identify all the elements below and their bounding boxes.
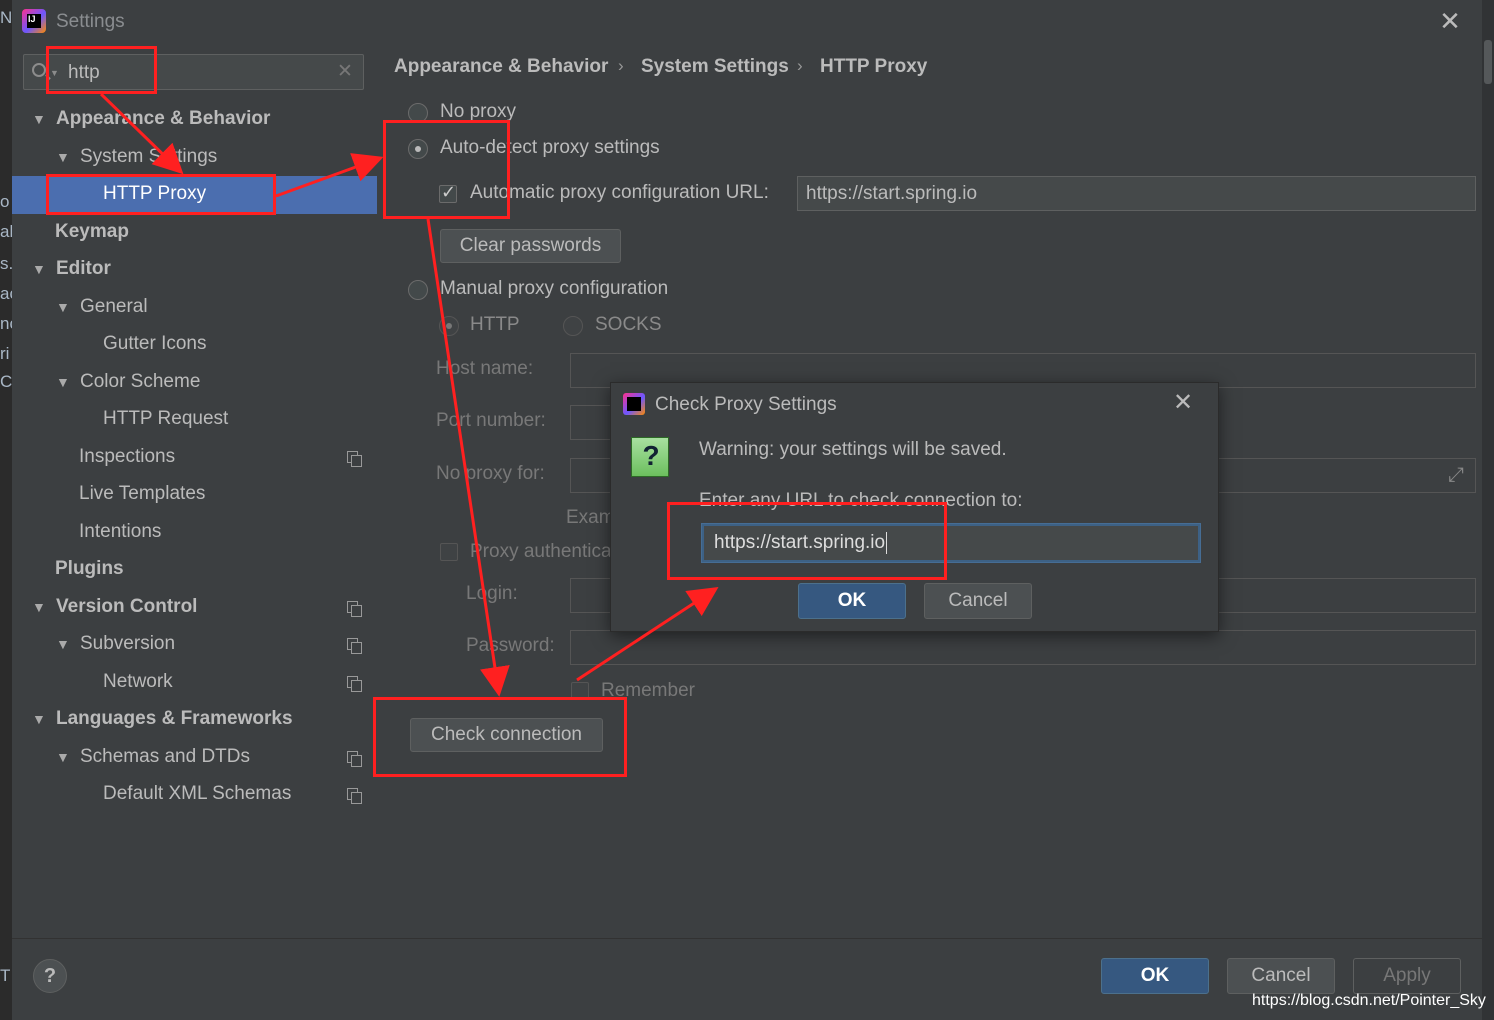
expand-arrow-icon[interactable]: ▼	[56, 139, 80, 175]
ide-fragment: al	[0, 222, 12, 241]
annotation-box-http-proxy	[46, 174, 276, 215]
tree-item-intentions[interactable]: Intentions	[79, 514, 161, 550]
breadcrumb-http-proxy: HTTP Proxy	[820, 56, 928, 77]
host-name-label: Host name:	[436, 358, 534, 379]
ide-fragment: ri	[0, 344, 10, 363]
proxy-authentication-checkbox[interactable]	[440, 543, 458, 561]
expand-arrow-icon[interactable]: ▼	[56, 626, 80, 662]
cancel-button[interactable]: Cancel	[1227, 958, 1335, 994]
expand-arrow-icon[interactable]: ▼	[32, 101, 56, 137]
password-input[interactable]	[570, 630, 1476, 665]
tree-item-network[interactable]: Network	[103, 664, 173, 700]
ide-fragment: T	[0, 966, 11, 985]
annotation-box-auto-detect	[383, 120, 510, 219]
dialog-footer: ? OK Cancel Apply https://blog.csdn.net/…	[12, 938, 1486, 1020]
socks-radio[interactable]	[563, 316, 583, 336]
background-ide-scrollbar	[1482, 0, 1494, 1020]
question-icon: ?	[631, 437, 669, 477]
dialog-cancel-button[interactable]: Cancel	[924, 583, 1032, 619]
ide-fragment: nc	[0, 314, 12, 333]
breadcrumb-system-settings[interactable]: System Settings	[641, 56, 789, 78]
ide-fragment: s.	[0, 254, 12, 273]
auto-config-url-label: Automatic proxy configuration URL:	[470, 182, 769, 203]
breadcrumb-appearance[interactable]: Appearance & Behavior	[394, 56, 608, 78]
watermark: https://blog.csdn.net/Pointer_Sky	[1252, 992, 1486, 1009]
annotation-box-url-field	[667, 502, 947, 580]
socks-label: SOCKS	[595, 314, 662, 335]
expand-arrow-icon[interactable]: ▼	[56, 739, 80, 775]
auto-config-url-input[interactable]: https://start.spring.io	[797, 176, 1476, 211]
project-level-icon	[347, 676, 362, 692]
tree-item-subversion[interactable]: ▼ Subversion	[56, 626, 175, 662]
dialog-warning: Warning: your settings will be saved.	[699, 439, 1007, 460]
clear-icon[interactable]: ✕	[337, 60, 353, 83]
proxy-authentication-label: Proxy authenticat	[470, 541, 617, 562]
expand-arrow-icon[interactable]: ▼	[56, 289, 80, 325]
project-level-icon	[347, 601, 362, 617]
help-icon[interactable]: ?	[33, 959, 67, 993]
search-icon	[32, 63, 46, 77]
tree-item-default-xml-schemas[interactable]: Default XML Schemas	[103, 776, 291, 812]
intellij-app-icon: IJ	[22, 9, 46, 33]
apply-button[interactable]: Apply	[1353, 958, 1461, 994]
annotation-box-search	[46, 46, 157, 94]
tree-item-inspections[interactable]: Inspections	[79, 439, 175, 475]
manual-proxy-radio[interactable]	[408, 280, 428, 300]
tree-item-gutter-icons[interactable]: Gutter Icons	[103, 326, 207, 362]
background-ide-edge: N o al s. ac nc ri C T	[0, 0, 12, 1020]
clear-passwords-button[interactable]: Clear passwords	[440, 229, 621, 263]
ide-fragment: o	[0, 192, 10, 211]
tree-item-version-control[interactable]: ▼ Version Control	[32, 589, 197, 625]
dialog-title: Check Proxy Settings	[655, 394, 837, 415]
title-bar: IJ Settings ✕	[12, 0, 1482, 42]
tree-item-live-templates[interactable]: Live Templates	[79, 476, 205, 512]
tree-item-languages-frameworks[interactable]: ▼ Languages & Frameworks	[32, 701, 293, 737]
project-level-icon	[347, 788, 362, 804]
breadcrumb-separator-icon: ›	[618, 56, 624, 75]
annotation-box-check-connection	[373, 697, 627, 777]
expand-arrow-icon[interactable]: ▼	[32, 251, 56, 287]
project-level-icon	[347, 751, 362, 767]
tree-item-system-settings[interactable]: ▼ System Settings	[56, 139, 217, 175]
project-level-icon	[347, 638, 362, 654]
password-label: Password:	[466, 635, 555, 656]
expand-arrow-icon[interactable]: ▼	[32, 701, 56, 737]
close-icon[interactable]: ✕	[1173, 388, 1193, 417]
dialog-ok-button[interactable]: OK	[798, 583, 906, 619]
tree-item-color-scheme[interactable]: ▼ Color Scheme	[56, 364, 200, 400]
project-level-icon	[347, 451, 362, 467]
window-title: Settings	[56, 11, 125, 32]
http-label: HTTP	[470, 314, 520, 335]
close-icon[interactable]: ✕	[1436, 6, 1464, 37]
expand-arrow-icon[interactable]: ▼	[32, 589, 56, 625]
no-proxy-for-label: No proxy for:	[436, 463, 545, 484]
http-radio[interactable]	[439, 316, 459, 336]
tree-item-editor[interactable]: ▼ Editor	[32, 251, 111, 287]
tree-item-http-request[interactable]: HTTP Request	[103, 401, 228, 437]
ide-fragment: ac	[0, 284, 12, 303]
expand-arrow-icon[interactable]: ▼	[56, 364, 80, 400]
breadcrumb-separator-icon: ›	[797, 56, 803, 75]
tree-item-keymap[interactable]: Keymap	[55, 214, 129, 250]
ok-button[interactable]: OK	[1101, 958, 1209, 994]
tree-item-plugins[interactable]: Plugins	[55, 551, 124, 587]
ide-fragment: N	[0, 8, 12, 27]
tree-item-general[interactable]: ▼ General	[56, 289, 148, 325]
scrollbar-thumb[interactable]	[1484, 40, 1492, 84]
intellij-app-icon	[623, 393, 645, 415]
tree-item-appearance-behavior[interactable]: ▼ Appearance & Behavior	[32, 101, 270, 137]
ide-fragment: C	[0, 372, 12, 391]
expand-icon[interactable]	[1448, 464, 1468, 488]
login-label: Login:	[466, 583, 518, 604]
manual-proxy-label: Manual proxy configuration	[440, 278, 669, 299]
tree-item-schemas-dtds[interactable]: ▼ Schemas and DTDs	[56, 739, 250, 775]
port-number-label: Port number:	[436, 410, 546, 431]
